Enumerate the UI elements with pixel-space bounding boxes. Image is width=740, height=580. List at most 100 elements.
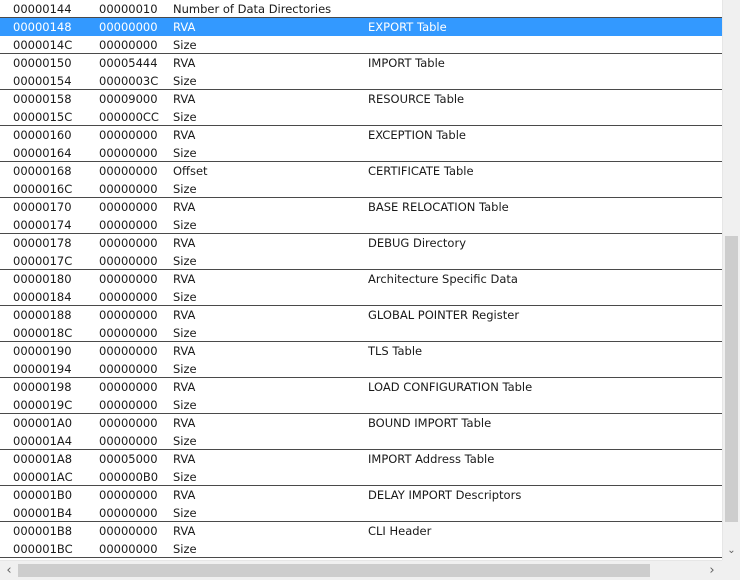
description-cell: Size [173, 362, 197, 376]
description-cell: RVA [173, 308, 196, 322]
chevron-left-icon[interactable]: ‹ [0, 561, 18, 580]
value-cell: CLI Header [368, 524, 432, 538]
list-row[interactable]: 00000180 00000000 RVA Architecture Specific… [0, 270, 722, 288]
description-cell: Number of Data Directories [173, 2, 332, 16]
description-cell: RVA [173, 452, 196, 466]
list-row[interactable]: 00000168 00000000 Offset CERTIFICATE Table [0, 162, 722, 180]
list-row[interactable]: 0000018C 00000000 Size [0, 324, 722, 342]
data-cell: 00009000 [99, 92, 158, 106]
offset-cell: 000001B4 [13, 506, 73, 520]
offset-cell: 00000194 [13, 362, 72, 376]
offset-cell: 000001BC [13, 542, 73, 556]
vertical-scroll-thumb[interactable] [725, 236, 738, 522]
list-row[interactable]: 000001BC 00000000 Size [0, 540, 722, 558]
list-row[interactable]: 00000194 00000000 Size [0, 360, 722, 378]
description-cell: Size [173, 326, 197, 340]
description-cell: Size [173, 74, 197, 88]
offset-cell: 0000014C [13, 38, 73, 52]
offset-cell: 00000148 [13, 20, 72, 34]
data-cell: 00000000 [99, 290, 158, 304]
offset-cell: 00000184 [13, 290, 72, 304]
offset-cell: 00000178 [13, 236, 72, 250]
list-row[interactable]: 0000016C 00000000 Size [0, 180, 722, 198]
horizontal-scroll-thumb[interactable] [18, 564, 650, 577]
data-cell: 00000000 [99, 542, 158, 556]
list-row[interactable]: 0000014C 00000000 Size [0, 36, 722, 54]
value-cell: EXPORT Table [368, 20, 447, 34]
list-row[interactable]: 0000017C 00000000 Size [0, 252, 722, 270]
description-cell: Size [173, 38, 197, 52]
data-cell: 000000B0 [99, 470, 159, 484]
data-cell: 00000010 [99, 2, 158, 16]
data-directory-list[interactable]: 00000144 00000010 Number of Data Directori… [0, 0, 722, 560]
offset-cell: 0000017C [13, 254, 73, 268]
list-row[interactable]: 000001A0 00000000 RVA BOUND IMPORT Table [0, 414, 722, 432]
list-row[interactable]: 000001B4 00000000 Size [0, 504, 722, 522]
offset-cell: 00000174 [13, 218, 72, 232]
offset-cell: 00000164 [13, 146, 72, 160]
list-row[interactable]: 00000190 00000000 RVA TLS Table [0, 342, 722, 360]
description-cell: Size [173, 146, 197, 160]
description-cell: Size [173, 290, 197, 304]
data-cell: 00000000 [99, 506, 158, 520]
description-cell: RVA [173, 416, 196, 430]
value-cell: EXCEPTION Table [368, 128, 467, 142]
list-row[interactable]: 00000158 00009000 RVA RESOURCE Table [0, 90, 722, 108]
horizontal-scrollbar[interactable]: ‹ › [0, 560, 722, 580]
description-cell: RVA [173, 128, 196, 142]
data-cell: 00000000 [99, 344, 158, 358]
list-row[interactable]: 00000170 00000000 RVA BASE RELOCATION Table [0, 198, 722, 216]
list-row[interactable]: 00000164 00000000 Size [0, 144, 722, 162]
list-row[interactable]: 0000015C 000000CC Size [0, 108, 722, 126]
offset-cell: 00000190 [13, 344, 72, 358]
data-cell: 00000000 [99, 380, 158, 394]
description-cell: Offset [173, 164, 208, 178]
data-cell: 00000000 [99, 146, 158, 160]
list-row[interactable]: 000001B8 00000000 RVA CLI Header [0, 522, 722, 540]
vertical-scrollbar[interactable]: ⌄ [722, 0, 740, 560]
list-row[interactable]: 000001A4 00000000 Size [0, 432, 722, 450]
value-cell: IMPORT Table [368, 56, 445, 70]
description-cell: Size [173, 182, 197, 196]
description-cell: Size [173, 110, 197, 124]
data-cell: 00000000 [99, 20, 158, 34]
data-cell: 00000000 [99, 434, 158, 448]
list-row[interactable]: 00000150 00005444 RVA IMPORT Table [0, 54, 722, 72]
list-row[interactable]: 000001AC 000000B0 Size [0, 468, 722, 486]
offset-cell: 00000170 [13, 200, 72, 214]
value-cell: RESOURCE Table [368, 92, 465, 106]
list-row[interactable]: 000001B0 00000000 RVA DELAY IMPORT Descript… [0, 486, 722, 504]
value-cell: TLS Table [368, 344, 423, 358]
list-row[interactable]: 0000019C 00000000 Size [0, 396, 722, 414]
list-row[interactable]: 00000184 00000000 Size [0, 288, 722, 306]
data-cell: 000000CC [99, 110, 159, 124]
list-row[interactable]: 00000198 00000000 RVA LOAD CONFIGURATION Ta… [0, 378, 722, 396]
description-cell: Size [173, 506, 197, 520]
list-row[interactable]: 000001A8 00005000 RVA IMPORT Address Table [0, 450, 722, 468]
data-cell: 00000000 [99, 272, 158, 286]
chevron-right-icon[interactable]: › [703, 561, 721, 580]
offset-cell: 000001A4 [13, 434, 73, 448]
offset-cell: 000001A8 [13, 452, 73, 466]
description-cell: RVA [173, 20, 196, 34]
list-row[interactable]: 00000188 00000000 RVA GLOBAL POINTER Regist… [0, 306, 722, 324]
description-cell: Size [173, 254, 197, 268]
list-row[interactable]: 00000174 00000000 Size [0, 216, 722, 234]
list-row[interactable]: 00000160 00000000 RVA EXCEPTION Table [0, 126, 722, 144]
list-row[interactable]: 00000148 00000000 RVA EXPORT Table [0, 18, 722, 36]
list-row[interactable]: 00000144 00000010 Number of Data Directori… [0, 0, 722, 18]
description-cell: Size [173, 542, 197, 556]
offset-cell: 0000016C [13, 182, 73, 196]
offset-cell: 0000015C [13, 110, 73, 124]
data-cell: 00000000 [99, 218, 158, 232]
offset-cell: 0000019C [13, 398, 73, 412]
list-row[interactable]: 00000178 00000000 RVA DEBUG Directory [0, 234, 722, 252]
data-cell: 00000000 [99, 164, 158, 178]
value-cell: IMPORT Address Table [368, 452, 495, 466]
data-cell: 00000000 [99, 416, 158, 430]
list-row[interactable]: 00000154 0000003C Size [0, 72, 722, 90]
data-cell: 00000000 [99, 254, 158, 268]
offset-cell: 00000154 [13, 74, 72, 88]
data-cell: 00000000 [99, 524, 158, 538]
chevron-down-icon[interactable]: ⌄ [723, 542, 740, 559]
